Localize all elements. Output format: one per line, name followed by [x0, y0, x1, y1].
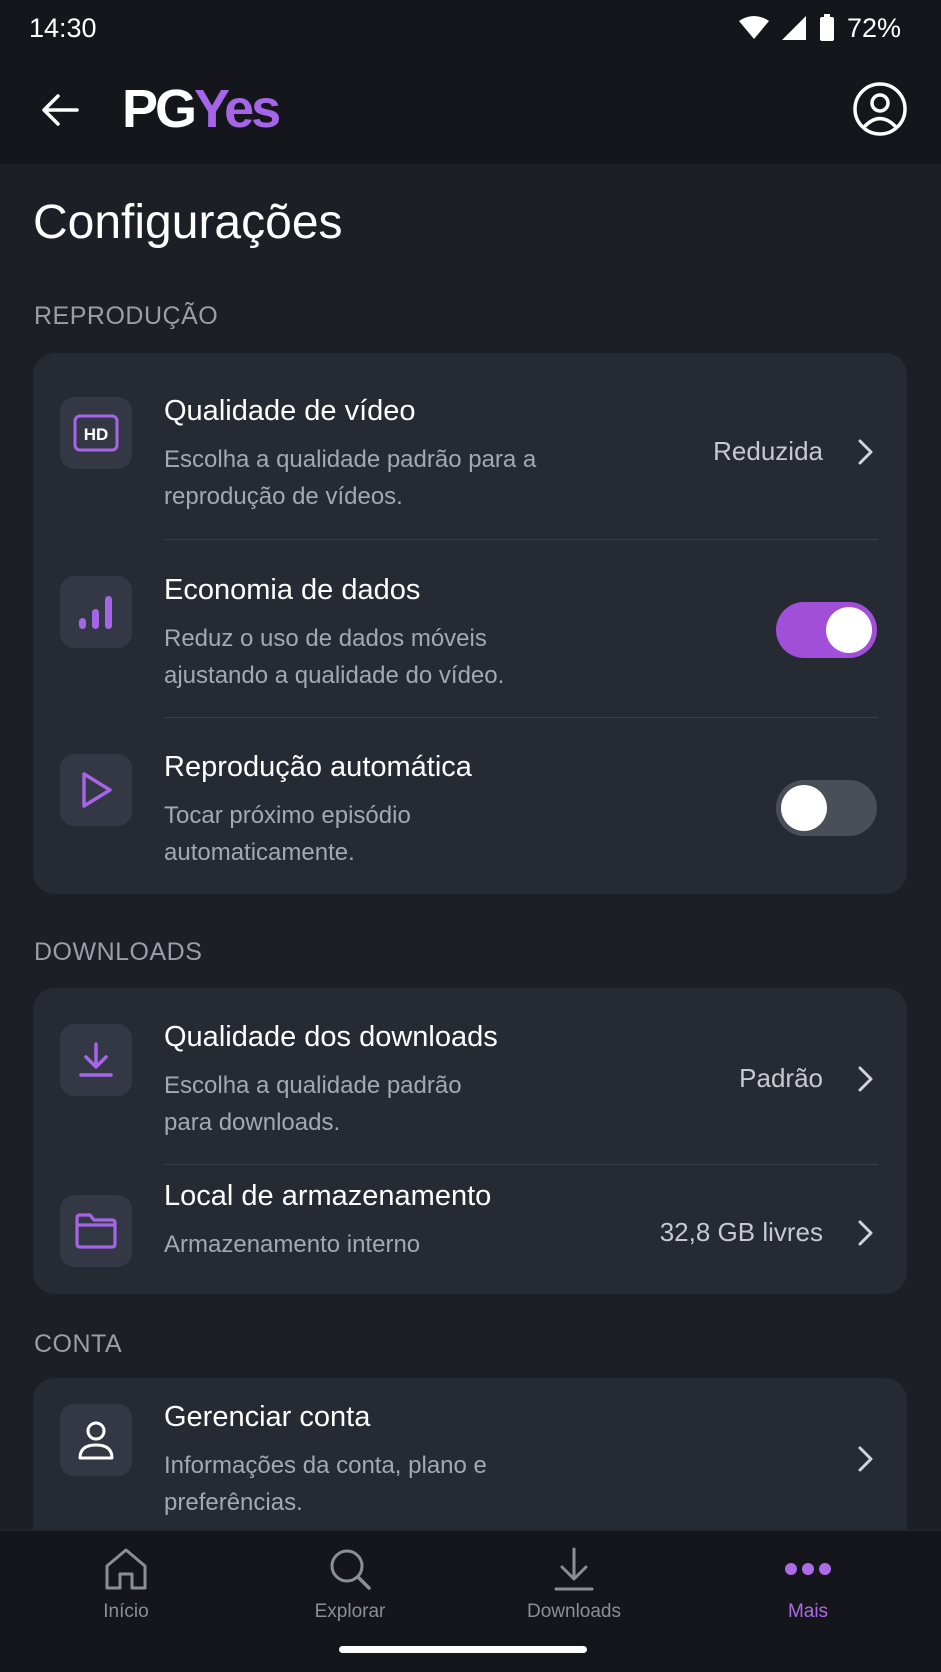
autoplay-row: Reprodução automática Tocar próximo epis…: [33, 718, 907, 894]
manage-account-title: Gerenciar conta: [164, 1401, 371, 1433]
battery-percent: 72%: [846, 12, 901, 43]
hd-icon-text: HD: [84, 425, 109, 444]
signal-bars-icon: [60, 576, 132, 648]
chevron-right-icon: [853, 1444, 879, 1474]
download-quality-title: Qualidade dos downloads: [164, 1021, 498, 1053]
arrow-left-icon: [42, 94, 79, 126]
chevron-right-icon: [853, 437, 879, 467]
download-quality-row[interactable]: Qualidade dos downloads Escolha a qualid…: [33, 988, 907, 1164]
status-bar: 14:30 72%: [0, 0, 941, 56]
nav-label-home: Início: [103, 1601, 149, 1622]
back-button[interactable]: [36, 86, 84, 134]
video-quality-title: Qualidade de vídeo: [164, 395, 416, 427]
home-indicator[interactable]: [339, 1646, 587, 1653]
data-saver-description: Reduz o uso de dados móveis ajustando a …: [164, 625, 505, 689]
logo-text-pg: PG: [122, 79, 197, 139]
profile-button[interactable]: [851, 80, 909, 138]
section-header-account: CONTA: [34, 1330, 123, 1358]
downloads-card: Qualidade dos downloads Escolha a qualid…: [33, 988, 907, 1294]
storage-row[interactable]: Local de armazenamento Armazenamento int…: [33, 1165, 907, 1294]
video-quality-value: Reduzida: [713, 436, 823, 466]
section-header-playback: REPRODUÇÃO: [34, 302, 219, 330]
video-quality-row[interactable]: HD Qualidade de vídeo Escolha a qualidad…: [33, 353, 907, 539]
logo-text-yes: Yes: [194, 79, 281, 139]
status-time: 14:30: [29, 12, 97, 43]
nav-item-downloads[interactable]: Downloads: [484, 1531, 664, 1641]
page-title: Configurações: [33, 196, 343, 249]
storage-title: Local de armazenamento: [164, 1180, 492, 1212]
autoplay-title: Reprodução automática: [164, 751, 472, 783]
data-saver-toggle[interactable]: [776, 602, 877, 658]
user-circle-icon: [853, 82, 907, 136]
folder-icon: [60, 1195, 132, 1267]
play-icon: [60, 754, 132, 826]
chevron-right-icon: [853, 1064, 879, 1094]
hd-icon: HD: [60, 397, 132, 469]
nav-label-explore: Explorar: [314, 1601, 386, 1622]
home-icon: [96, 1545, 156, 1593]
nav-item-more[interactable]: Mais: [718, 1531, 898, 1641]
storage-value: 32,8 GB livres: [659, 1217, 823, 1247]
app-logo: PGYes: [122, 76, 281, 142]
download-icon: [60, 1024, 132, 1096]
nav-item-explore[interactable]: Explorar: [260, 1531, 440, 1641]
autoplay-toggle[interactable]: [776, 780, 877, 836]
wifi-icon: [738, 16, 769, 39]
section-header-downloads: DOWNLOADS: [34, 938, 203, 966]
status-icons: 72%: [738, 12, 901, 44]
nav-label-more: Mais: [787, 1601, 829, 1622]
download-quality-value: Padrão: [739, 1063, 823, 1093]
autoplay-description: Tocar próximo episódio automaticamente.: [164, 802, 411, 866]
more-dots-icon: [778, 1545, 838, 1593]
nav-label-downloads: Downloads: [527, 1601, 621, 1622]
chevron-right-icon: [853, 1218, 879, 1248]
toggle-knob: [781, 785, 827, 831]
user-icon: [60, 1404, 132, 1476]
battery-icon: [819, 14, 834, 41]
manage-account-description: Informações da conta, plano e preferênci…: [164, 1452, 487, 1516]
playback-card: HD Qualidade de vídeo Escolha a qualidad…: [33, 353, 907, 894]
data-saver-title: Economia de dados: [164, 574, 421, 606]
download-icon: [544, 1545, 604, 1593]
search-icon: [320, 1545, 380, 1593]
app-bar: PGYes: [0, 56, 941, 164]
nav-item-home[interactable]: Início: [36, 1531, 216, 1641]
toggle-knob: [826, 607, 872, 653]
data-saver-row: Economia de dados Reduz o uso de dados m…: [33, 540, 907, 718]
storage-description: Armazenamento interno: [164, 1231, 421, 1258]
video-quality-description: Escolha a qualidade padrão para a reprod…: [164, 446, 537, 510]
download-quality-description: Escolha a qualidade padrão para download…: [164, 1072, 462, 1136]
signal-icon: [781, 16, 806, 40]
